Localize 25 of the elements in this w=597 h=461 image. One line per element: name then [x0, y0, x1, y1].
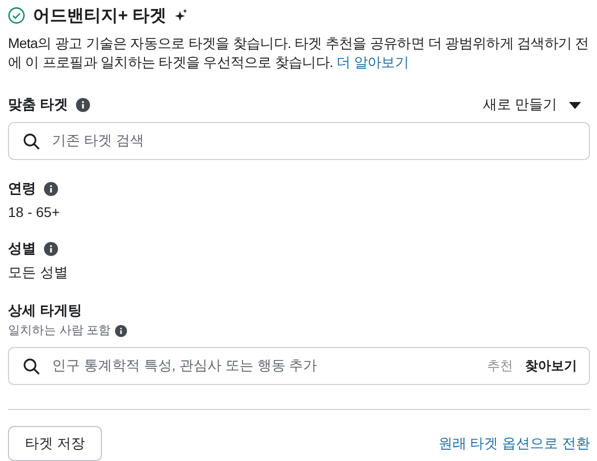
- search-icon: [23, 358, 40, 374]
- info-icon: [44, 242, 58, 256]
- browse-button[interactable]: 찾아보기: [525, 357, 577, 375]
- switch-options-link[interactable]: 원래 타겟 옵션으로 전환: [438, 434, 590, 452]
- create-new-dropdown[interactable]: 새로 만들기: [483, 96, 590, 114]
- field-label: 성별: [8, 240, 36, 258]
- info-icon: [114, 324, 127, 336]
- learn-more-link[interactable]: 더 알아보기: [336, 54, 408, 70]
- info-icon: [44, 182, 58, 196]
- field-label: 연령: [8, 180, 36, 198]
- field-label: 맞춤 타겟: [8, 96, 68, 114]
- field-sublabel: 일치하는 사람 포함: [8, 322, 111, 339]
- field-label: 상세 타게팅: [8, 302, 82, 320]
- description-text: Meta의 광고 기술은 자동으로 타겟을 찾습니다. 타겟 추천을 공유하면 더 광범위하게 검색하기 전에 이 프로필과 일치하는 타겟을 우선적으로 찾습니다. 더 알아보기: [8, 34, 590, 72]
- field-value: 18 - 65+: [8, 204, 61, 220]
- search-field[interactable]: 기존 타겟 검색: [8, 122, 590, 160]
- search-field[interactable]: 인구 통계학적 특성, 관심사 또는 행동 추가 추천 찾아보기: [8, 347, 590, 385]
- info-icon: [76, 98, 90, 112]
- suggestions-label: 추천: [487, 357, 513, 375]
- section-title: 어드밴티지+ 타겟: [33, 4, 167, 26]
- sparkle-icon: [174, 9, 187, 21]
- field-value: 모든 성별: [8, 264, 69, 282]
- search-icon: [23, 132, 40, 150]
- save-audience-button[interactable]: 타겟 저장: [8, 426, 102, 461]
- caret-icon: [569, 102, 581, 108]
